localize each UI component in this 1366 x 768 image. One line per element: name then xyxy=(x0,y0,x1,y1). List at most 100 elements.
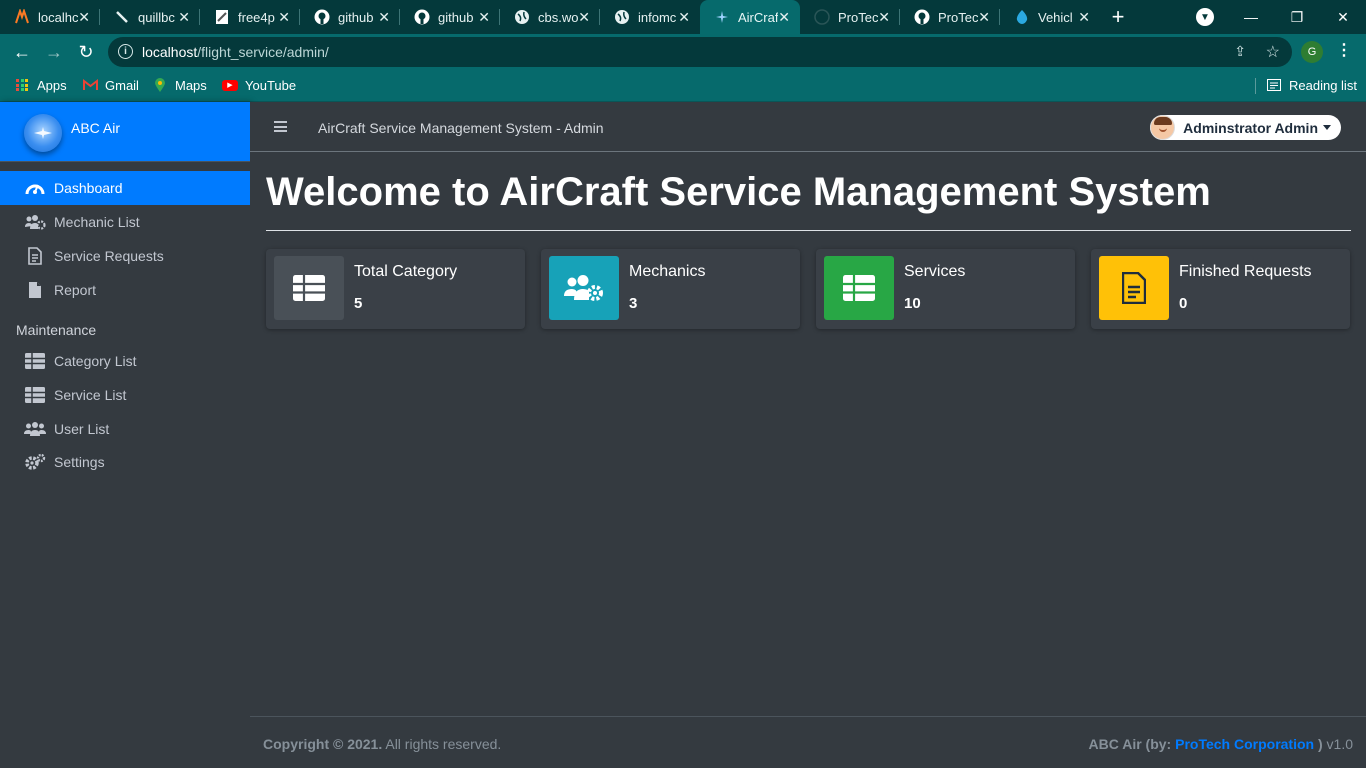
cogs-icon xyxy=(23,453,47,471)
browser-tab[interactable]: localhc ✕ xyxy=(0,0,100,34)
info-box-value: 0 xyxy=(1179,295,1188,312)
sidebar-item-settings[interactable]: Settings xyxy=(0,445,250,479)
sidebar-item-report[interactable]: Report xyxy=(0,273,250,307)
close-icon[interactable]: ✕ xyxy=(878,9,890,26)
close-icon[interactable]: ✕ xyxy=(178,9,190,26)
sidebar-item-category-list[interactable]: Category List xyxy=(0,344,250,378)
menu-toggle-icon[interactable] xyxy=(274,121,287,132)
bookmark-apps[interactable]: Apps xyxy=(14,77,67,93)
sidebar-item-dashboard[interactable]: Dashboard xyxy=(0,171,250,205)
tab-title: github xyxy=(438,9,474,25)
tab-title: cbs.wo xyxy=(538,9,578,25)
page-title: Welcome to AirCraft Service Management S… xyxy=(266,170,1211,214)
protech-link[interactable]: ProTech Corporation xyxy=(1175,736,1314,752)
browser-tab-active[interactable]: AirCraf ✕ xyxy=(700,0,800,34)
bookmark-label: Apps xyxy=(37,77,67,93)
browser-tab[interactable]: github ✕ xyxy=(300,0,400,34)
browser-tab[interactable]: infomc ✕ xyxy=(600,0,700,34)
close-icon: ✕ xyxy=(1337,8,1349,25)
quill-icon xyxy=(114,9,130,25)
info-box-total-category: Total Category 5 xyxy=(266,249,525,329)
table-icon xyxy=(23,387,47,403)
browser-tab[interactable]: cbs.wo ✕ xyxy=(500,0,600,34)
new-tab-button[interactable]: + xyxy=(1100,0,1136,34)
brand-link[interactable]: ABC Air xyxy=(0,102,250,162)
close-icon[interactable]: ✕ xyxy=(978,9,990,26)
sidebar-item-label: Service Requests xyxy=(54,248,164,264)
info-icon[interactable]: i xyxy=(118,44,133,59)
window-close-button[interactable]: ✕ xyxy=(1320,0,1366,34)
reload-button[interactable]: ↻ xyxy=(74,40,98,64)
minimize-button[interactable]: — xyxy=(1228,0,1274,34)
info-box-label: Services xyxy=(904,263,966,280)
aircraft-icon xyxy=(714,9,730,25)
bookmark-label: Maps xyxy=(175,77,207,93)
browser-tab[interactable]: quillbc ✕ xyxy=(100,0,200,34)
user-menu-dropdown[interactable]: Adminstrator Admin xyxy=(1150,115,1341,140)
star-icon[interactable]: ☆ xyxy=(1266,42,1280,62)
browser-tab-strip: localhc ✕ quillbc ✕ free4p ✕ github ✕ gi… xyxy=(0,0,1366,34)
tab-title: ProTec xyxy=(838,9,878,25)
users-icon xyxy=(23,421,47,437)
browser-tab[interactable]: ProTec ✕ xyxy=(900,0,1000,34)
file-icon xyxy=(23,281,47,299)
close-icon[interactable]: ✕ xyxy=(678,9,690,26)
tab-title: quillbc xyxy=(138,9,175,25)
file-alt-icon xyxy=(1099,256,1169,320)
sidebar-item-service-list[interactable]: Service List xyxy=(0,378,250,412)
back-button[interactable]: ← xyxy=(10,40,34,64)
credit-prefix: ABC Air (by: xyxy=(1088,736,1176,752)
bookmark-gmail[interactable]: Gmail xyxy=(82,77,139,93)
close-icon[interactable]: ✕ xyxy=(778,9,790,26)
share-icon[interactable]: ⇪ xyxy=(1234,43,1246,60)
minimize-icon: — xyxy=(1244,9,1258,25)
restore-button[interactable]: ❐ xyxy=(1274,0,1320,34)
forward-button[interactable]: → xyxy=(42,40,66,64)
credit-suffix: ) xyxy=(1314,736,1323,752)
info-box-finished-requests: Finished Requests 0 xyxy=(1091,249,1350,329)
reading-list-button[interactable]: Reading list xyxy=(1266,77,1357,93)
profile-avatar[interactable]: G xyxy=(1301,41,1323,63)
close-icon[interactable]: ✕ xyxy=(278,9,290,26)
browser-tab[interactable]: free4p ✕ xyxy=(200,0,300,34)
tab-title: AirCraf xyxy=(738,9,778,25)
bookmark-maps[interactable]: Maps xyxy=(152,77,207,93)
info-box-label: Finished Requests xyxy=(1179,263,1312,280)
youtube-icon: ▶ xyxy=(222,77,238,93)
close-icon[interactable]: ✕ xyxy=(578,9,590,26)
users-cog-icon xyxy=(549,256,619,320)
info-box-value: 3 xyxy=(629,295,638,312)
bookmark-youtube[interactable]: ▶ YouTube xyxy=(222,77,296,93)
table-icon xyxy=(274,256,344,320)
sidebar-item-mechanic-list[interactable]: Mechanic List xyxy=(0,205,250,239)
close-icon[interactable]: ✕ xyxy=(378,9,390,26)
close-icon[interactable]: ✕ xyxy=(478,9,490,26)
tab-search-button[interactable]: ▼ xyxy=(1196,8,1214,26)
users-cog-icon xyxy=(23,214,47,230)
footer: Copyright © 2021. All rights reserved. A… xyxy=(250,716,1366,768)
close-icon[interactable]: ✕ xyxy=(1078,9,1090,26)
github-icon xyxy=(814,9,830,25)
plus-icon: + xyxy=(1111,4,1125,29)
tab-title: infomc xyxy=(638,9,677,25)
sidebar-item-service-requests[interactable]: Service Requests xyxy=(0,239,250,273)
globe-icon xyxy=(614,9,630,25)
browser-tab[interactable]: ProTec ✕ xyxy=(800,0,900,34)
address-bar[interactable]: i localhost/flight_service/admin/ ⇪ ☆ xyxy=(108,37,1292,67)
bookmarks-bar: Apps Gmail Maps ▶ YouTube Reading list xyxy=(0,70,1366,102)
info-box-value: 5 xyxy=(354,295,363,312)
browser-tab[interactable]: github ✕ xyxy=(400,0,500,34)
close-icon[interactable]: ✕ xyxy=(78,9,90,26)
sidebar: ABC Air Dashboard Mechanic List Service … xyxy=(0,102,250,768)
reload-icon: ↻ xyxy=(78,41,94,62)
url-host: localhost xyxy=(142,44,198,60)
table-icon xyxy=(824,256,894,320)
table-icon xyxy=(23,353,47,369)
info-box-label: Mechanics xyxy=(629,263,706,280)
browser-tab[interactable]: Vehicl ✕ xyxy=(1000,0,1100,34)
menu-kebab-icon[interactable]: ⋮ xyxy=(1336,40,1352,60)
restore-icon: ❐ xyxy=(1290,8,1304,25)
drupal-icon xyxy=(1014,9,1030,25)
url-text[interactable]: localhost/flight_service/admin/ xyxy=(142,44,329,60)
sidebar-item-user-list[interactable]: User List xyxy=(0,412,250,446)
